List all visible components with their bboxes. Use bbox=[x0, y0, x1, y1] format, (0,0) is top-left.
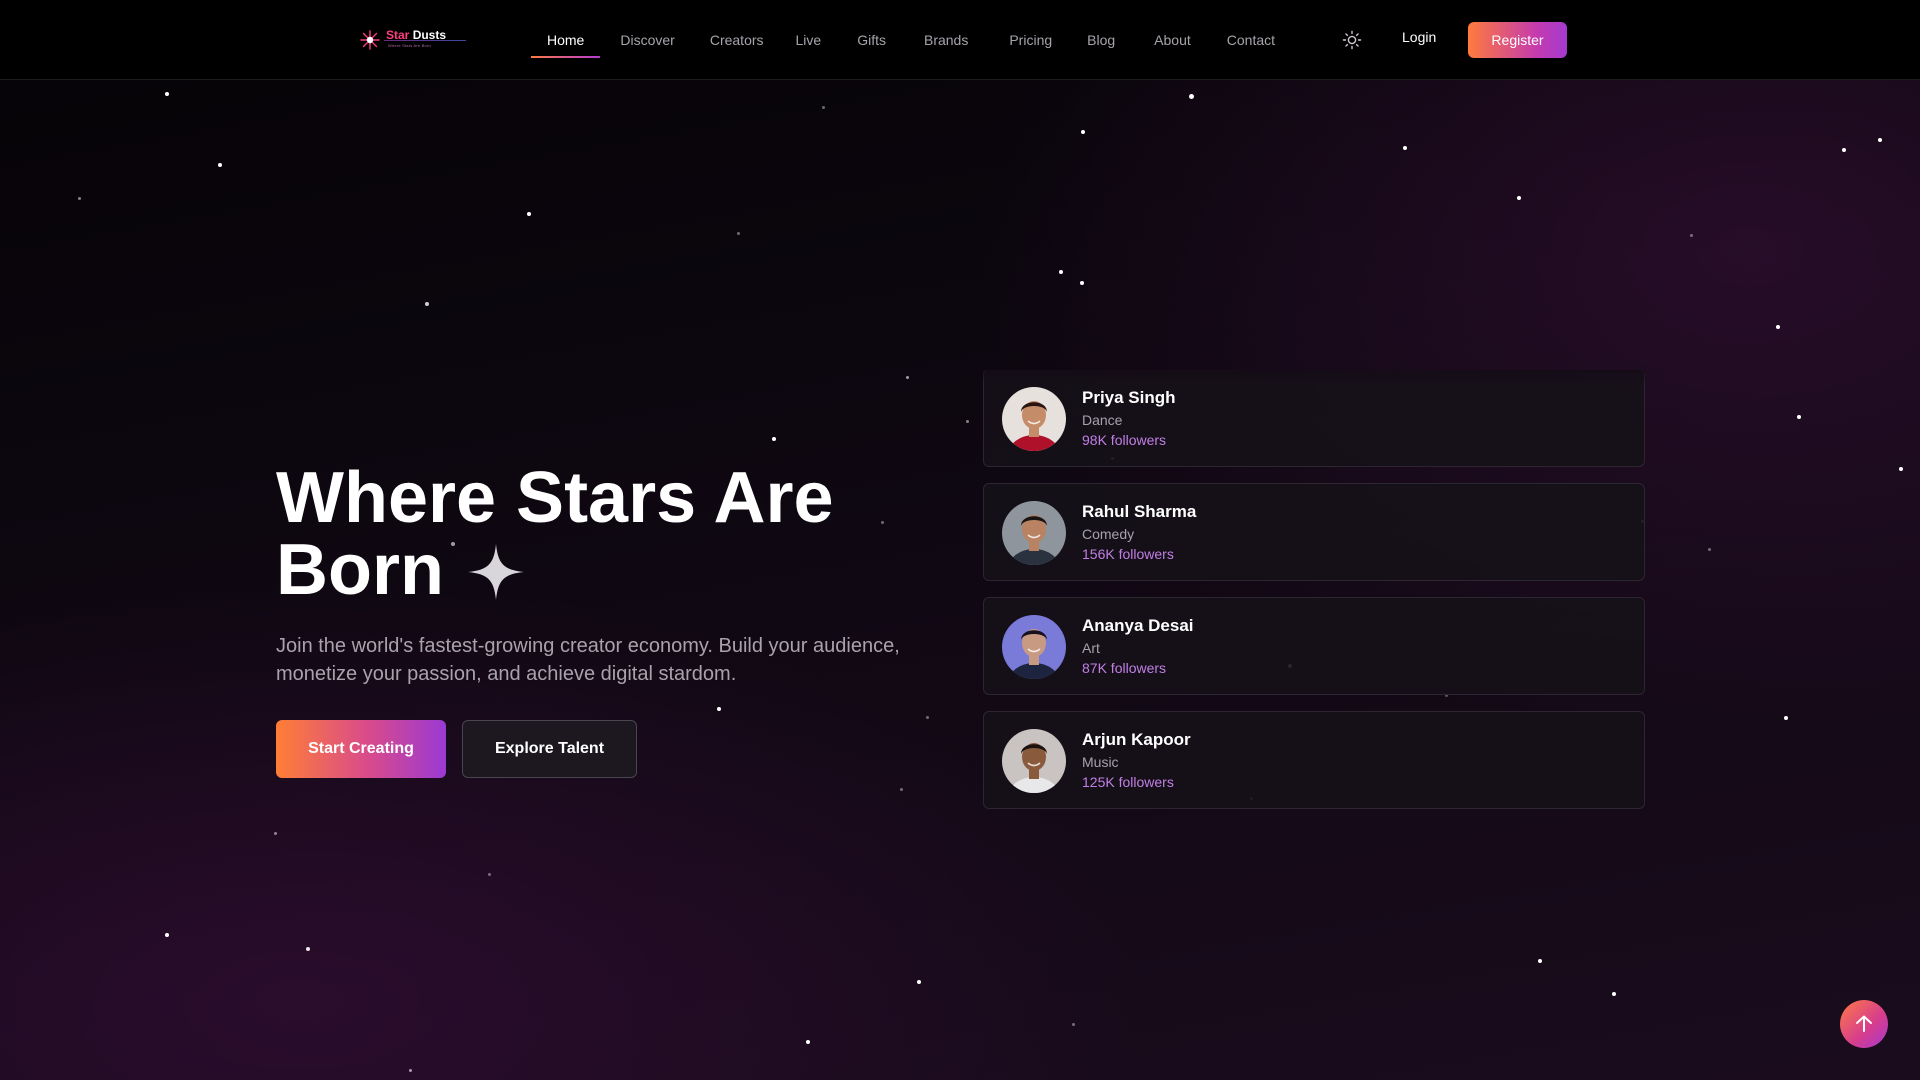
star-dot bbox=[906, 376, 909, 379]
star-dot bbox=[1189, 94, 1194, 99]
star-dot bbox=[165, 92, 169, 96]
star-dot bbox=[1612, 992, 1616, 996]
star-dot bbox=[1403, 146, 1407, 150]
star-dot bbox=[1842, 148, 1846, 152]
creator-name: Priya Singh bbox=[1082, 388, 1176, 407]
creator-card[interactable]: Priya Singh Dance 98K followers bbox=[983, 370, 1645, 467]
star-dot bbox=[772, 437, 776, 441]
start-creating-button[interactable]: Start Creating bbox=[276, 720, 446, 778]
star-burst-icon bbox=[360, 30, 380, 50]
star-dot bbox=[1517, 196, 1521, 200]
creator-followers: 156K followers bbox=[1082, 546, 1174, 562]
star-dot bbox=[306, 947, 310, 951]
star-dot bbox=[1538, 959, 1542, 963]
star-dot bbox=[822, 106, 825, 109]
creator-list: Arjun Kapoor Music 125K followers Priya Sin… bbox=[983, 370, 1645, 825]
nav-item-discover[interactable]: Discover bbox=[620, 0, 674, 80]
creator-name: Ananya Desai bbox=[1082, 616, 1194, 635]
sparkle-icon bbox=[467, 544, 524, 600]
star-dot bbox=[1072, 1023, 1075, 1026]
star-dot bbox=[1690, 234, 1693, 237]
arrow-up-icon bbox=[1856, 1015, 1872, 1032]
sun-icon[interactable] bbox=[1342, 30, 1362, 50]
creator-followers: 87K followers bbox=[1082, 660, 1167, 676]
star-dot bbox=[165, 933, 169, 937]
creator-card[interactable]: Rahul Sharma Comedy 156K followers bbox=[983, 483, 1645, 581]
star-dot bbox=[78, 197, 81, 200]
explore-talent-button[interactable]: Explore Talent bbox=[462, 720, 637, 778]
nav-item-live[interactable]: Live bbox=[796, 0, 822, 80]
star-dot bbox=[1708, 548, 1711, 551]
hero-title: Where Stars Are Born bbox=[276, 462, 976, 606]
nav-item-blog[interactable]: Blog bbox=[1087, 0, 1115, 80]
creator-category: Comedy bbox=[1082, 526, 1135, 542]
nav-item-pricing[interactable]: Pricing bbox=[1009, 0, 1052, 80]
creator-followers: 125K followers bbox=[1082, 774, 1174, 790]
avatar bbox=[1002, 387, 1066, 451]
creator-category: Music bbox=[1082, 754, 1119, 770]
star-dot bbox=[1784, 716, 1788, 720]
login-button[interactable]: Login bbox=[1402, 29, 1436, 45]
avatar bbox=[1002, 501, 1066, 565]
star-dot bbox=[1797, 415, 1801, 419]
star-dot bbox=[409, 1069, 412, 1072]
star-dot bbox=[1776, 325, 1780, 329]
star-dot bbox=[917, 980, 921, 984]
scroll-to-top-button[interactable] bbox=[1840, 1000, 1888, 1048]
main-nav: Home Discover Creators Live Gifts Brands Prici… bbox=[531, 0, 1275, 80]
nav-item-brands[interactable]: Brands bbox=[924, 0, 968, 80]
hero-title-line2: Born bbox=[276, 530, 444, 610]
star-dot bbox=[926, 716, 929, 719]
star-dot bbox=[1081, 130, 1085, 134]
star-dot bbox=[527, 212, 531, 216]
nav-item-gifts[interactable]: Gifts bbox=[857, 0, 886, 80]
hero-title-line1: Where Stars Are bbox=[276, 458, 834, 538]
star-dot bbox=[1080, 281, 1084, 285]
creator-carousel[interactable]: Arjun Kapoor Music 125K followers Priya Sin… bbox=[983, 370, 1645, 870]
star-dot bbox=[806, 1040, 810, 1044]
nav-item-about[interactable]: About bbox=[1154, 0, 1191, 80]
star-dot bbox=[717, 707, 721, 711]
star-dot bbox=[1878, 138, 1882, 142]
navbar: Star Dusts Where Stars Are Born Home Disc… bbox=[0, 0, 1920, 80]
star-dot bbox=[900, 788, 903, 791]
creator-name: Arjun Kapoor bbox=[1082, 730, 1191, 749]
register-button[interactable]: Register bbox=[1468, 22, 1567, 58]
creator-followers: 98K followers bbox=[1082, 432, 1167, 448]
page: Star Dusts Where Stars Are Born Home Disc… bbox=[0, 0, 1920, 1080]
star-dot bbox=[425, 302, 429, 306]
star-dot bbox=[274, 832, 277, 835]
hero-subtitle: Join the world's fastest-growing creator… bbox=[276, 635, 900, 685]
brand-tagline: Where Stars Are Born bbox=[388, 43, 431, 48]
creator-category: Dance bbox=[1082, 412, 1123, 428]
carousel-fade bbox=[983, 370, 1645, 384]
nav-item-creators[interactable]: Creators bbox=[710, 0, 764, 80]
star-dot bbox=[218, 163, 222, 167]
brand-name: Star Dusts bbox=[386, 28, 447, 42]
star-dot bbox=[488, 873, 491, 876]
creator-name: Rahul Sharma bbox=[1082, 502, 1197, 521]
avatar bbox=[1002, 615, 1066, 679]
brand-logo[interactable]: Star Dusts Where Stars Are Born bbox=[358, 26, 468, 54]
creator-category: Art bbox=[1082, 640, 1100, 656]
star-dot bbox=[1899, 467, 1903, 471]
nav-item-home[interactable]: Home bbox=[531, 0, 601, 80]
star-dot bbox=[737, 232, 740, 235]
star-dot bbox=[966, 420, 969, 423]
creator-card[interactable]: Ananya Desai Art 87K followers bbox=[983, 597, 1645, 695]
avatar bbox=[1002, 729, 1066, 793]
nav-item-contact[interactable]: Contact bbox=[1227, 0, 1275, 80]
creator-card[interactable]: Arjun Kapoor Music 125K followers bbox=[983, 711, 1645, 809]
star-dot bbox=[1059, 270, 1063, 274]
